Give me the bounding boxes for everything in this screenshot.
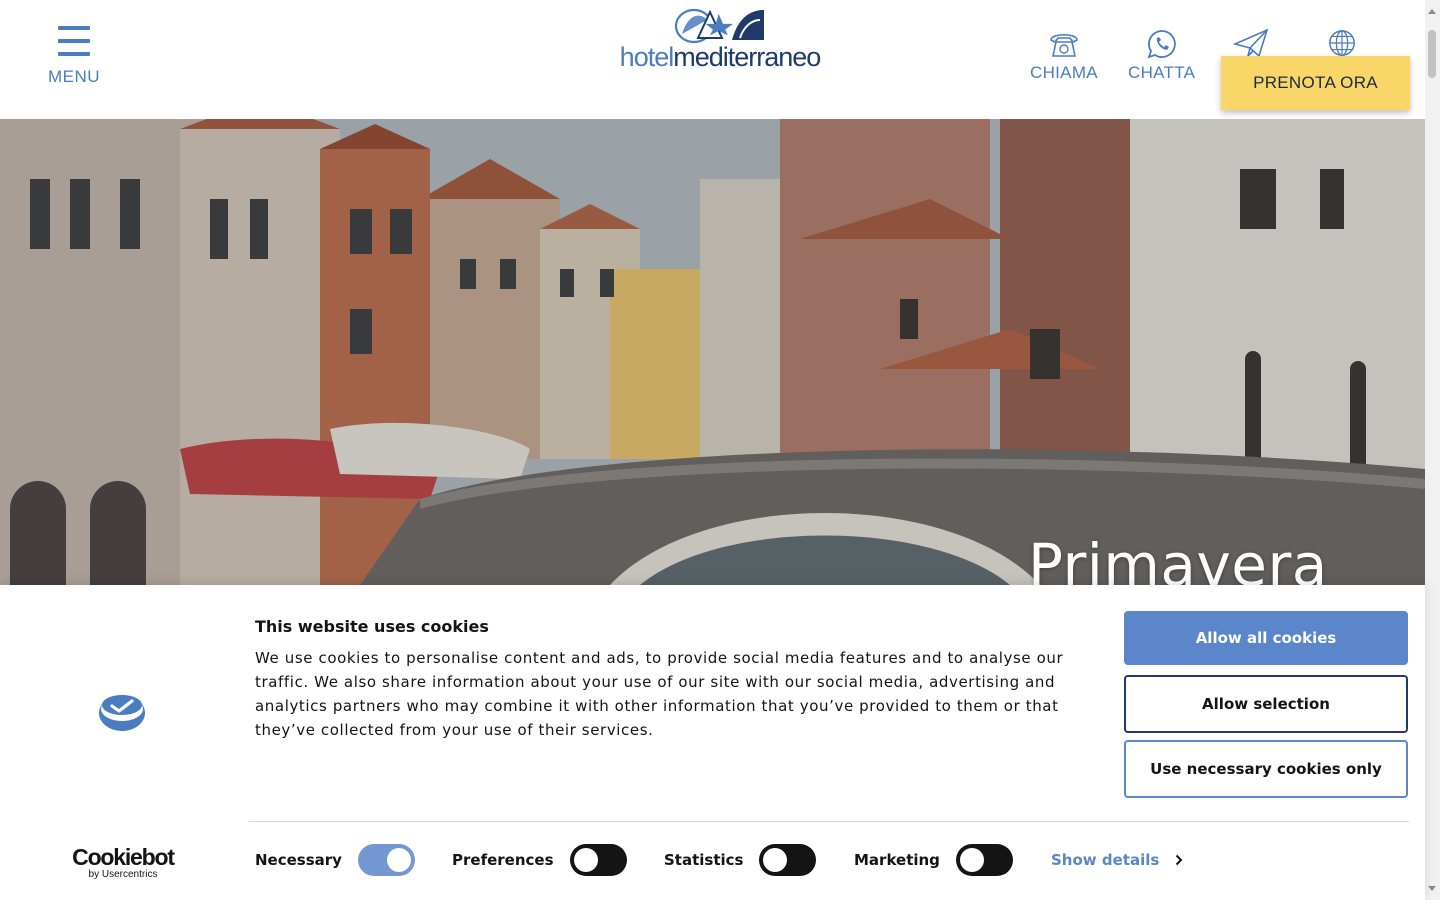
scroll-down-arrow-icon[interactable] (1428, 886, 1436, 891)
chat-button[interactable]: CHATTA (1128, 28, 1195, 83)
language-button[interactable] (1326, 28, 1358, 58)
toggle-necessary-label: Necessary (255, 851, 342, 869)
allow-all-cookies-button[interactable]: Allow all cookies (1124, 611, 1408, 665)
cookiebot-mark-icon (99, 695, 145, 731)
page-scrollbar[interactable] (1425, 0, 1440, 900)
cookie-banner-divider (249, 821, 1409, 822)
marketing-switch[interactable] (955, 844, 1013, 876)
cookie-banner-title: This website uses cookies (255, 617, 489, 636)
cookiebot-logo-sub: by Usercentrics (88, 869, 158, 880)
preferences-switch[interactable] (569, 844, 627, 876)
allow-selection-button[interactable]: Allow selection (1124, 675, 1408, 733)
menu-label: MENU (47, 67, 101, 86)
chat-label: CHATTA (1128, 63, 1196, 82)
toggle-preferences-label: Preferences (452, 851, 554, 869)
toggle-marketing-label: Marketing (854, 851, 940, 869)
scroll-up-arrow-icon[interactable] (1428, 9, 1436, 14)
scroll-thumb[interactable] (1428, 30, 1436, 78)
menu-button[interactable]: MENU (40, 26, 108, 90)
call-button[interactable]: CHIAMA (1030, 28, 1098, 83)
hotel-logo[interactable]: hotelmediterraneo (606, 8, 834, 72)
statistics-switch[interactable] (759, 844, 817, 876)
phone-icon (1050, 33, 1078, 57)
send-message-button[interactable] (1233, 28, 1269, 58)
show-details-label: Show details (1051, 851, 1160, 869)
book-now-button[interactable]: PRENOTA ORA (1221, 56, 1410, 110)
globe-icon (1329, 30, 1355, 56)
chevron-right-icon (1176, 854, 1183, 866)
hero-banner: Primavera (0, 119, 1425, 585)
toggle-statistics: Statistics (664, 843, 817, 877)
cookiebot-logo-name: Cookiebot (72, 844, 175, 870)
logo-mark-icon (674, 8, 764, 44)
necessary-cookies-only-button[interactable]: Use necessary cookies only (1124, 740, 1408, 798)
whatsapp-icon (1147, 30, 1176, 59)
toggle-necessary: Necessary (255, 843, 415, 877)
show-details-link[interactable]: Show details (1051, 851, 1183, 869)
logo-wordmark: hotelmediterraneo (606, 42, 834, 72)
toggle-statistics-label: Statistics (664, 851, 744, 869)
necessary-switch[interactable] (357, 844, 415, 876)
logo-text-mediterraneo: mediterraneo (673, 42, 821, 72)
toggle-preferences: Preferences (452, 843, 627, 877)
cookie-banner-text: We use cookies to personalise content an… (255, 649, 1064, 739)
toggle-marketing: Marketing (854, 843, 1013, 877)
hero-title: Primavera (1028, 531, 1328, 585)
site-header: MENU hotelmediterraneo CHIAMA CHATTA PRE… (0, 0, 1425, 119)
hamburger-icon (58, 26, 90, 56)
cookie-consent-banner: Cookiebot by Usercentrics This website u… (0, 585, 1425, 900)
cookiebot-logo[interactable]: Cookiebot by Usercentrics (70, 845, 176, 881)
logo-text-hotel: hotel (619, 42, 675, 72)
call-label: CHIAMA (1030, 63, 1098, 82)
hero-photo-canal-town (0, 119, 1425, 585)
paper-plane-icon (1233, 28, 1269, 58)
